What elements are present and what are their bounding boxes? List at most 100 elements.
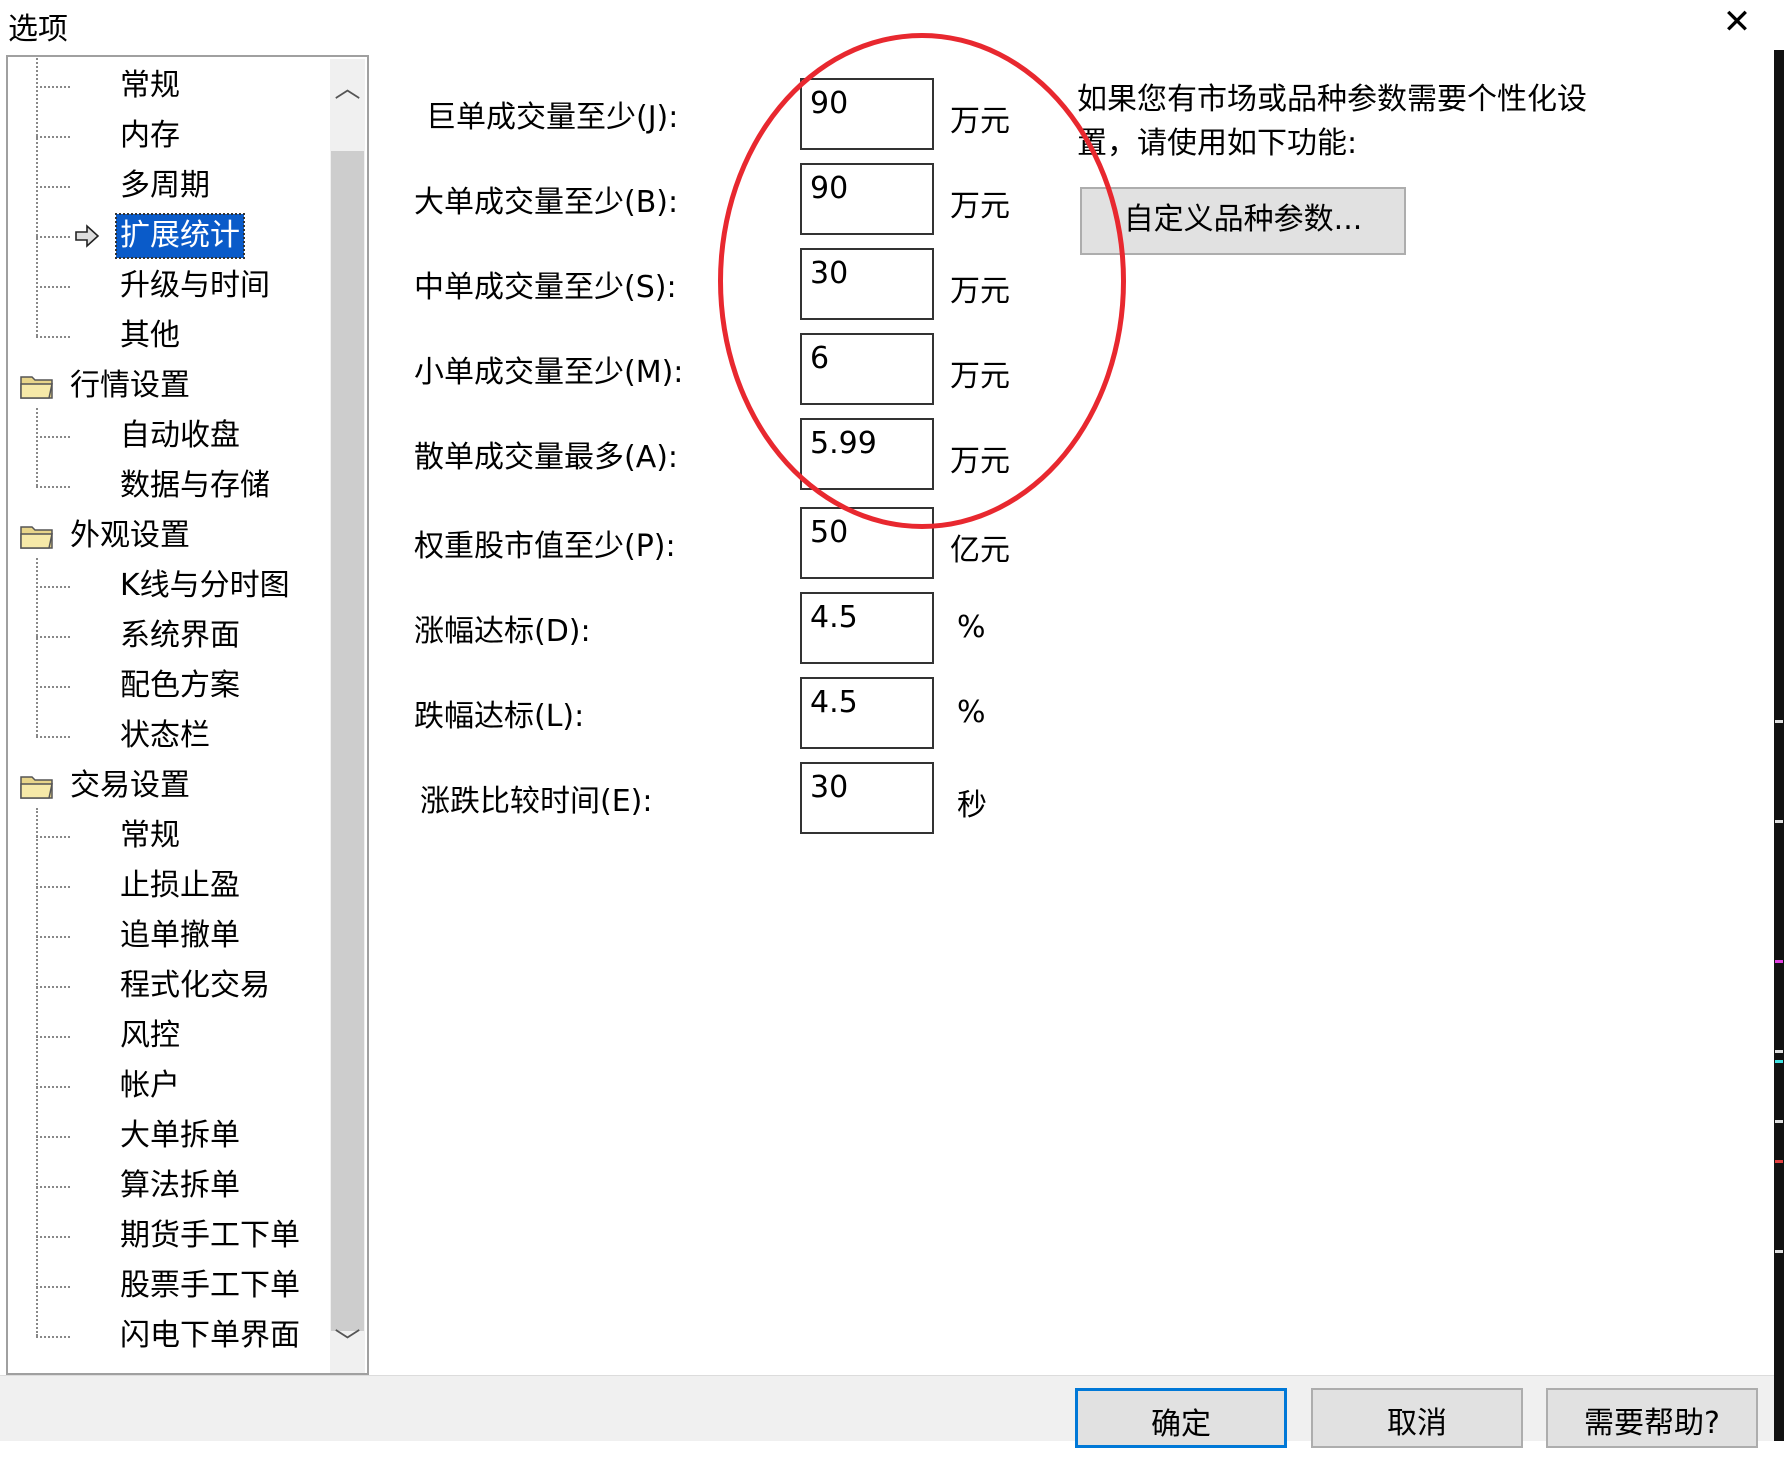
tree-item[interactable]: 多周期 — [8, 164, 326, 208]
background-chart-mark — [1775, 960, 1783, 963]
tree-connector — [36, 1236, 70, 1238]
threshold-input[interactable]: 4.5 — [800, 592, 934, 664]
scroll-down-icon[interactable]: ﹀ — [330, 1313, 365, 1373]
tree-connector — [36, 186, 70, 188]
threshold-input[interactable]: 4.5 — [800, 677, 934, 749]
tree-item[interactable]: 风控 — [8, 1014, 326, 1058]
field-label: 跌幅达标(L): — [414, 699, 585, 734]
tree-item[interactable]: 内存 — [8, 114, 326, 158]
tree-item-label: 配色方案 — [120, 668, 240, 703]
tree-connector — [36, 736, 70, 738]
background-chart-mark — [1775, 1060, 1783, 1063]
tree-item-label: 追单撤单 — [120, 918, 240, 953]
help-button[interactable]: 需要帮助? — [1546, 1388, 1758, 1448]
tree-connector — [36, 236, 70, 238]
tree-item[interactable]: 闪电下单界面 — [8, 1314, 326, 1358]
tree-item[interactable]: 升级与时间 — [8, 264, 326, 308]
unit-label: % — [957, 695, 986, 730]
tree-item-label: 算法拆单 — [120, 1168, 240, 1203]
options-tree: ︿ ﹀ 常规 内存 多周期 扩展统计 升级与时间 其他 行情设置 自动收盘 数据与存储 外观设置 K… — [6, 55, 369, 1375]
tree-item[interactable]: 程式化交易 — [8, 964, 326, 1008]
background-chart-mark — [1775, 1250, 1783, 1253]
cancel-button[interactable]: 取消 — [1311, 1388, 1523, 1448]
unit-label: 万元 — [950, 104, 1010, 139]
tree-item[interactable]: 股票手工下单 — [8, 1264, 326, 1308]
scroll-thumb[interactable] — [331, 151, 364, 1331]
tree-item[interactable]: 止损止盈 — [8, 864, 326, 908]
custom-params-button[interactable]: 自定义品种参数... — [1080, 187, 1406, 255]
tree-item[interactable]: 期货手工下单 — [8, 1214, 326, 1258]
tree-item[interactable]: 帐户 — [8, 1064, 326, 1108]
tree-item[interactable]: 自动收盘 — [8, 414, 326, 458]
tree-item-label: 闪电下单界面 — [120, 1318, 300, 1353]
tree-connector — [36, 286, 70, 288]
unit-label: 万元 — [950, 274, 1010, 309]
tree-connector — [36, 686, 70, 688]
threshold-input[interactable]: 30 — [800, 762, 934, 834]
field-label: 中单成交量至少(S): — [414, 270, 677, 305]
tree-item[interactable]: 系统界面 — [8, 614, 326, 658]
background-chart-mark — [1775, 820, 1783, 823]
scroll-up-icon[interactable]: ︿ — [330, 59, 365, 119]
tree-item[interactable]: 大单拆单 — [8, 1114, 326, 1158]
tree-folder[interactable]: 外观设置 — [8, 514, 326, 558]
threshold-input[interactable]: 5.99 — [800, 418, 934, 490]
unit-label: 亿元 — [950, 533, 1010, 568]
tree-item[interactable]: K线与分时图 — [8, 564, 326, 608]
tree-item-label: 常规 — [120, 68, 180, 103]
tree-item-label: 内存 — [120, 118, 180, 153]
tree-item[interactable]: 常规 — [8, 814, 326, 858]
tree-item[interactable]: 状态栏 — [8, 714, 326, 758]
tree-connector — [36, 1186, 70, 1188]
tree-item-label: 程式化交易 — [120, 968, 270, 1003]
threshold-input[interactable]: 50 — [800, 507, 934, 579]
tree-item[interactable]: 配色方案 — [8, 664, 326, 708]
custom-params-hint: 如果您有市场或品种参数需要个性化设置，请使用如下功能: — [1077, 82, 1587, 161]
tree-connector — [36, 86, 70, 88]
tree-connector — [36, 1136, 70, 1138]
tree-scrollbar[interactable]: ︿ ﹀ — [330, 59, 365, 1373]
tree-folder[interactable]: 交易设置 — [8, 764, 326, 808]
close-icon[interactable]: ✕ — [1710, 0, 1764, 46]
tree-connector — [36, 836, 70, 838]
tree-item[interactable]: 常规 — [8, 64, 326, 108]
tree-item-label: 帐户 — [120, 1068, 180, 1103]
ok-button[interactable]: 确定 — [1075, 1388, 1287, 1448]
tree-item-label: 交易设置 — [70, 768, 190, 803]
tree-item[interactable]: 其他 — [8, 314, 326, 358]
threshold-input[interactable]: 90 — [800, 163, 934, 235]
tree-connector — [36, 336, 70, 338]
tree-item-label: 大单拆单 — [120, 1118, 240, 1153]
folder-icon — [20, 776, 53, 799]
field-label: 散单成交量最多(A): — [414, 440, 679, 475]
tree-item-label: 其他 — [120, 318, 180, 353]
tree-item[interactable]: 追单撤单 — [8, 914, 326, 958]
tree-item[interactable]: 扩展统计 — [8, 213, 326, 259]
threshold-input[interactable]: 90 — [800, 78, 934, 150]
threshold-input[interactable]: 30 — [800, 248, 934, 320]
tree-item-label: 常规 — [120, 818, 180, 853]
tree-item-label: 行情设置 — [70, 368, 190, 403]
tree-connector — [36, 586, 70, 588]
tree-connector — [36, 1336, 70, 1338]
tree-item[interactable]: 数据与存储 — [8, 464, 326, 508]
field-label: 权重股市值至少(P): — [414, 529, 676, 564]
tree-connector — [36, 1086, 70, 1088]
window-title: 选项 — [8, 12, 68, 47]
title-bar: 选项 ✕ — [0, 0, 1784, 50]
tree-connector — [36, 886, 70, 888]
tree-item-label: 止损止盈 — [120, 868, 240, 903]
tree-folder[interactable]: 行情设置 — [8, 364, 326, 408]
current-arrow-icon — [75, 224, 100, 248]
tree-item-label: 期货手工下单 — [120, 1218, 300, 1253]
tree-connector — [36, 486, 70, 488]
field-label: 涨幅达标(D): — [414, 614, 591, 649]
tree-item-label: 升级与时间 — [120, 268, 270, 303]
field-label: 小单成交量至少(M): — [414, 355, 684, 390]
unit-label: 万元 — [950, 444, 1010, 479]
threshold-input[interactable]: 6 — [800, 333, 934, 405]
field-label: 巨单成交量至少(J): — [426, 100, 679, 135]
tree-connector — [36, 986, 70, 988]
tree-item-label: 自动收盘 — [120, 418, 240, 453]
tree-item[interactable]: 算法拆单 — [8, 1164, 326, 1208]
